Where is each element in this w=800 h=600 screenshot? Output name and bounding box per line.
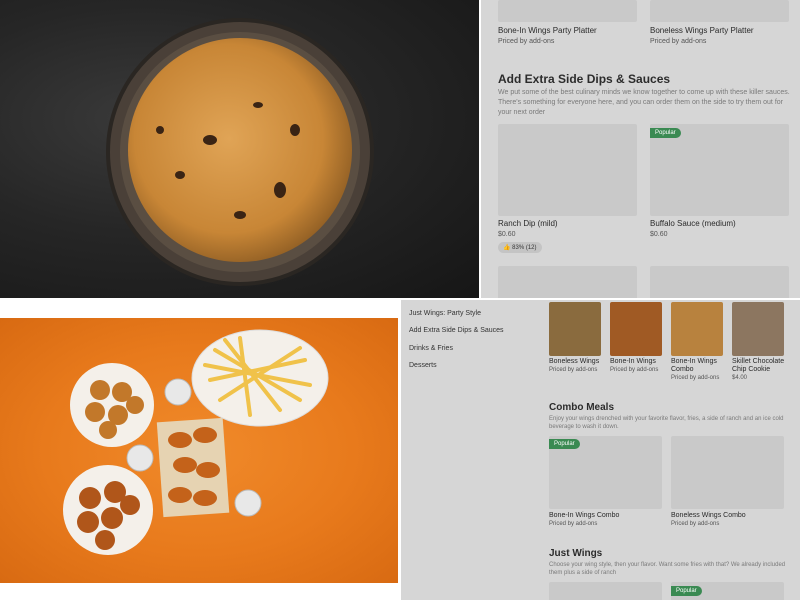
dip-card-image-3[interactable] (498, 266, 637, 298)
cookie-skillet-photo (0, 0, 479, 298)
combo-item-name[interactable]: Boneless Wings Combo (671, 512, 746, 519)
platter-item-name[interactable]: Bone-In Wings Party Platter (498, 26, 597, 35)
thumb-boneless-wings[interactable] (549, 302, 601, 356)
dip-name[interactable]: Buffalo Sauce (medium) (650, 219, 736, 228)
wings-fries-photo (0, 300, 400, 600)
combo-section-description: Enjoy your wings drenched with your favo… (549, 416, 784, 430)
featured-item-name[interactable]: Bone-In Wings (610, 358, 656, 365)
section-title: Add Extra Side Dips & Sauces (498, 72, 671, 86)
popular-badge: Popular (671, 586, 702, 596)
featured-item-name[interactable]: Bone-In Wings Combo (671, 358, 726, 374)
combo-item-name[interactable]: Bone-In Wings Combo (549, 512, 619, 519)
nav-item-dips-sauces[interactable]: Add Extra Side Dips & Sauces (409, 327, 504, 334)
wings-illustration (63, 329, 329, 555)
featured-item-price: Priced by add-ons (610, 367, 659, 373)
combo-item-price: Priced by add-ons (549, 521, 598, 527)
ranch-ramekin (234, 489, 262, 517)
featured-item-name[interactable]: Skillet Chocolate Chip Cookie (732, 358, 790, 374)
just-wings-card-image-1[interactable] (549, 582, 662, 600)
menu-panel-bottom: Just Wings: Party Style Add Extra Side D… (401, 300, 800, 600)
dip-name[interactable]: Ranch Dip (mild) (498, 219, 558, 228)
featured-item-name[interactable]: Boneless Wings (549, 358, 599, 365)
combo-section-title: Combo Meals (549, 402, 615, 413)
platter-item-price: Priced by add-ons (650, 38, 707, 45)
just-wings-title: Just Wings (549, 548, 603, 559)
just-wings-description: Choose your wing style, then your flavor… (549, 562, 786, 576)
combo-card-image-2[interactable] (671, 436, 784, 509)
dip-price: $0.60 (650, 231, 668, 238)
platter-card-image-2[interactable] (650, 0, 789, 22)
dip-card-image-ranch[interactable] (498, 124, 637, 216)
thumb-bone-in-wings[interactable] (610, 302, 662, 356)
platter-item-price: Priced by add-ons (498, 38, 555, 45)
nav-item-desserts[interactable]: Desserts (409, 362, 437, 369)
skillet-illustration (106, 18, 374, 286)
ranch-ramekin (164, 378, 192, 406)
combo-item-price: Priced by add-ons (671, 521, 720, 527)
menu-panel-top: Bone-In Wings Party Platter Priced by ad… (481, 0, 800, 298)
featured-item-price: Priced by add-ons (549, 367, 598, 373)
section-description: We put some of the best culinary minds w… (498, 89, 790, 116)
thumb-skillet-cookie[interactable] (732, 302, 784, 356)
dip-price: $0.60 (498, 231, 516, 238)
thumbs-up-icon: 👍 (503, 245, 511, 251)
ranch-ramekin (126, 444, 154, 472)
rating-value: 83% (12) (512, 245, 537, 251)
thumb-bone-in-combo[interactable] (671, 302, 723, 356)
platter-item-name[interactable]: Boneless Wings Party Platter (650, 26, 754, 35)
nav-item-party-style[interactable]: Just Wings: Party Style (409, 310, 481, 317)
featured-item-price: Priced by add-ons (671, 375, 720, 381)
featured-item-price: $4.00 (732, 375, 748, 381)
cookie (128, 38, 352, 262)
platter-card-image-1[interactable] (498, 0, 637, 22)
popular-badge: Popular (650, 128, 681, 138)
dip-card-image-4[interactable] (650, 266, 789, 298)
popular-badge: Popular (549, 439, 580, 449)
nav-item-drinks-fries[interactable]: Drinks & Fries (409, 345, 453, 352)
rating-badge: 👍 83% (12) (498, 242, 542, 253)
